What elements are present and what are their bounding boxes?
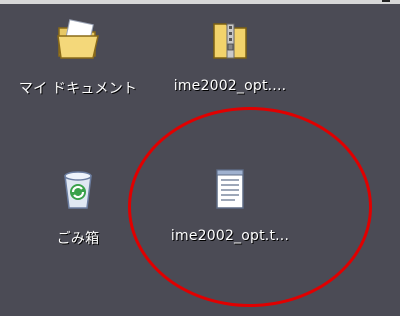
recycle-bin-icon (64, 171, 92, 209)
desktop-icon-zip-file[interactable]: ime2002_opt.... (160, 14, 300, 94)
desktop-icon-text-file[interactable]: ime2002_opt.t... (160, 164, 300, 244)
desktop-icon-label: ごみ箱 (56, 231, 100, 247)
zip-archive-icon (213, 23, 247, 59)
desktop-icon-recycle-bin[interactable]: ごみ箱 (8, 164, 148, 248)
close-icon[interactable] (382, 0, 390, 2)
text-file-icon (216, 169, 244, 209)
desktop-icon-label: マイ ドキュメント (18, 81, 138, 97)
desktop-icon-label: ime2002_opt.... (173, 78, 287, 94)
desktop: マイ ドキュメント ime2002_opt.... ごみ箱 ime2002_op… (0, 4, 400, 316)
desktop-icon-my-documents[interactable]: マイ ドキュメント (8, 14, 148, 98)
desktop-icon-label: ime2002_opt.t... (170, 228, 290, 244)
my-documents-folder-icon (57, 19, 99, 59)
